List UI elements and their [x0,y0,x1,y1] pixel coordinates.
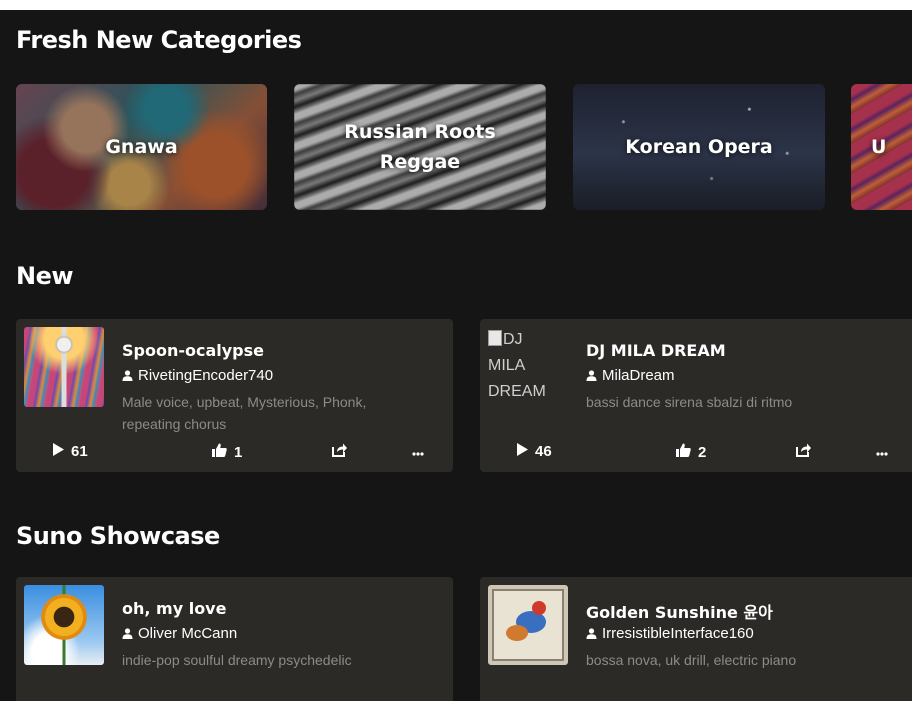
song-author-name: IrresistibleInterface160 [602,625,754,642]
like-count: 1 [234,443,243,461]
thumbs-up-icon [676,443,691,461]
song-title[interactable]: Golden Sunshine 윤아 [586,599,773,623]
song-cover-image[interactable] [24,585,104,665]
more-options-button[interactable] [412,443,424,460]
song-cover-image[interactable] [488,585,568,665]
app-root: Fresh New Categories Gnawa Russian Roots… [0,0,912,701]
song-author[interactable]: MilaDream [586,367,675,384]
more-options-icon [412,443,424,460]
cover-alt-text: MILA [488,357,526,374]
category-tile-label: Russian Roots Reggae [344,121,496,173]
play-button[interactable]: 46 [517,443,552,460]
song-cover-image[interactable] [24,327,104,407]
song-description: indie-pop soulful dreamy psychedelic [122,652,352,668]
category-tile-gnawa[interactable]: Gnawa [16,84,267,210]
play-button[interactable]: 61 [53,443,88,460]
cover-alt-text: DREAM [488,383,546,400]
user-icon [586,370,597,381]
play-count: 61 [71,443,88,460]
user-icon [586,628,597,639]
share-icon [796,443,811,461]
cover-alt-text: DJ [503,331,523,348]
category-tile-russian-roots-reggae[interactable]: Russian Roots Reggae [294,84,546,210]
thumbs-up-icon [212,443,227,461]
suno-showcase-heading: Suno Showcase [16,522,220,550]
more-options-icon [876,443,888,460]
song-cover-image-broken[interactable]: DJ MILA DREAM [488,327,568,407]
song-title[interactable]: oh, my love [122,599,226,618]
like-count: 2 [698,443,707,461]
song-card[interactable]: DJ MILA DREAM DJ MILA DREAM MilaDream ba… [480,319,912,472]
song-author[interactable]: Oliver McCann [122,625,237,642]
song-title[interactable]: Spoon-ocalypse [122,341,264,360]
share-button[interactable] [332,443,347,461]
play-icon [53,443,64,460]
category-tile-label: U [871,136,887,158]
share-button[interactable] [796,443,811,461]
new-heading: New [16,262,74,290]
category-tile-label: Gnawa [105,136,178,158]
song-stats-bar: 46 2 [480,443,912,465]
song-description: Male voice, upbeat, Mysterious, Phonk, r… [122,394,367,432]
category-tile-partial[interactable]: U [851,84,912,210]
song-stats-bar: 61 1 [16,443,453,465]
cover-art-shape [506,625,528,641]
like-button[interactable]: 1 [212,443,242,461]
broken-image-icon [488,330,502,346]
category-tile-label: Korean Opera [625,136,773,158]
category-tile-korean-opera[interactable]: Korean Opera [573,84,825,210]
more-options-button[interactable] [876,443,888,460]
song-card[interactable]: Spoon-ocalypse RivetingEncoder740 Male v… [16,319,453,472]
play-icon [517,443,528,460]
song-author[interactable]: IrresistibleInterface160 [586,625,754,642]
user-icon [122,370,133,381]
like-button[interactable]: 2 [676,443,706,461]
song-author-name: MilaDream [602,367,675,384]
fresh-categories-heading: Fresh New Categories [16,26,302,54]
song-author[interactable]: RivetingEncoder740 [122,367,273,384]
share-icon [332,443,347,461]
song-title[interactable]: DJ MILA DREAM [586,341,726,360]
play-count: 46 [535,443,552,460]
song-author-name: RivetingEncoder740 [138,367,274,384]
song-card[interactable]: Golden Sunshine 윤아 IrresistibleInterface… [480,577,912,701]
song-card[interactable]: oh, my love Oliver McCann indie-pop soul… [16,577,453,701]
song-author-name: Oliver McCann [138,625,238,642]
song-description: bossa nova, uk drill, electric piano [586,652,797,668]
cover-art-shape [532,601,546,615]
user-icon [122,628,133,639]
song-description: bassi dance sirena sbalzi di ritmo [586,394,793,410]
